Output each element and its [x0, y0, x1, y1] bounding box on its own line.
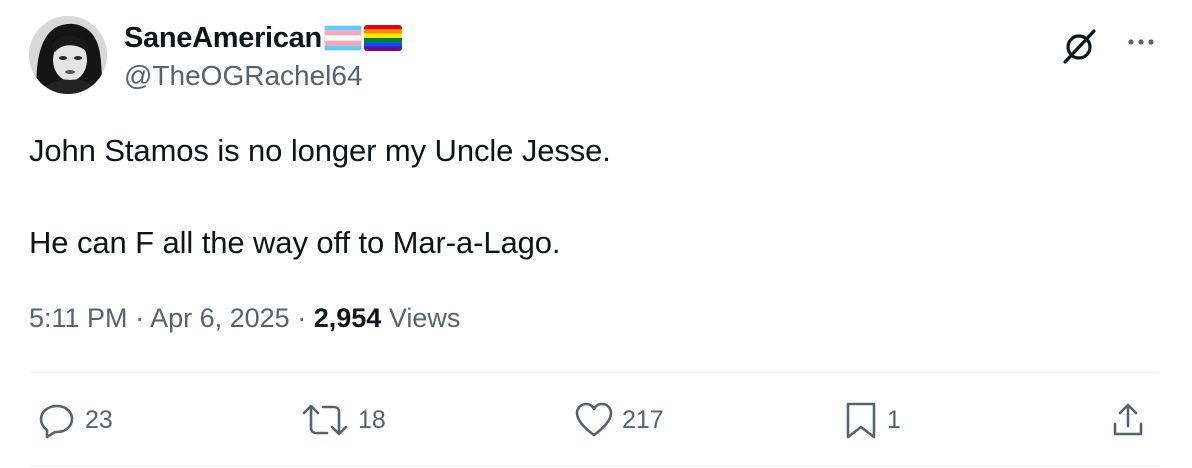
meta-separator: ·: [297, 303, 307, 333]
views-label: Views: [388, 303, 461, 333]
divider: [29, 372, 1159, 373]
more-options-icon[interactable]: [1123, 28, 1159, 56]
tweet-card: SaneAmerican @TheOGRachel64 John Stamos …: [0, 0, 1192, 468]
share-button[interactable]: [1110, 400, 1146, 440]
reply-count: 23: [85, 405, 113, 434]
bookmark-count: 1: [887, 405, 901, 434]
grok-icon[interactable]: [1060, 27, 1098, 65]
like-button[interactable]: 217: [574, 400, 664, 440]
divider: [29, 465, 1159, 466]
transgender-flag-icon: [323, 25, 362, 51]
repost-count: 18: [358, 405, 386, 434]
avatar[interactable]: [29, 16, 107, 94]
avatar-image: [29, 16, 107, 94]
views-count: 2,954: [313, 303, 382, 333]
meta-separator: ·: [135, 303, 145, 333]
author-name-row[interactable]: SaneAmerican: [124, 19, 402, 57]
tweet-date[interactable]: Apr 6, 2025: [150, 303, 290, 333]
repost-icon: [302, 404, 348, 436]
rainbow-flag-icon: [363, 25, 402, 51]
heart-icon: [575, 402, 613, 437]
tweet-meta: 5:11 PM · Apr 6, 2025 · 2,954 Views: [29, 303, 460, 334]
tweet-paragraph: He can F all the way off to Mar-a-Lago.: [29, 225, 561, 260]
author-handle[interactable]: @TheOGRachel64: [124, 60, 363, 92]
repost-button[interactable]: 18: [300, 400, 386, 440]
display-name[interactable]: SaneAmerican: [124, 22, 322, 55]
tweet-paragraph: John Stamos is no longer my Uncle Jesse.: [29, 133, 611, 168]
bookmark-button[interactable]: 1: [843, 400, 901, 440]
tweet-time[interactable]: 5:11 PM: [29, 303, 128, 333]
reply-button[interactable]: 23: [37, 400, 113, 440]
tweet-text: John Stamos is no longer my Uncle Jesse.…: [29, 128, 1149, 266]
reply-icon: [39, 404, 74, 439]
like-count: 217: [622, 405, 664, 434]
bookmark-icon: [846, 402, 876, 439]
share-icon: [1113, 403, 1143, 436]
